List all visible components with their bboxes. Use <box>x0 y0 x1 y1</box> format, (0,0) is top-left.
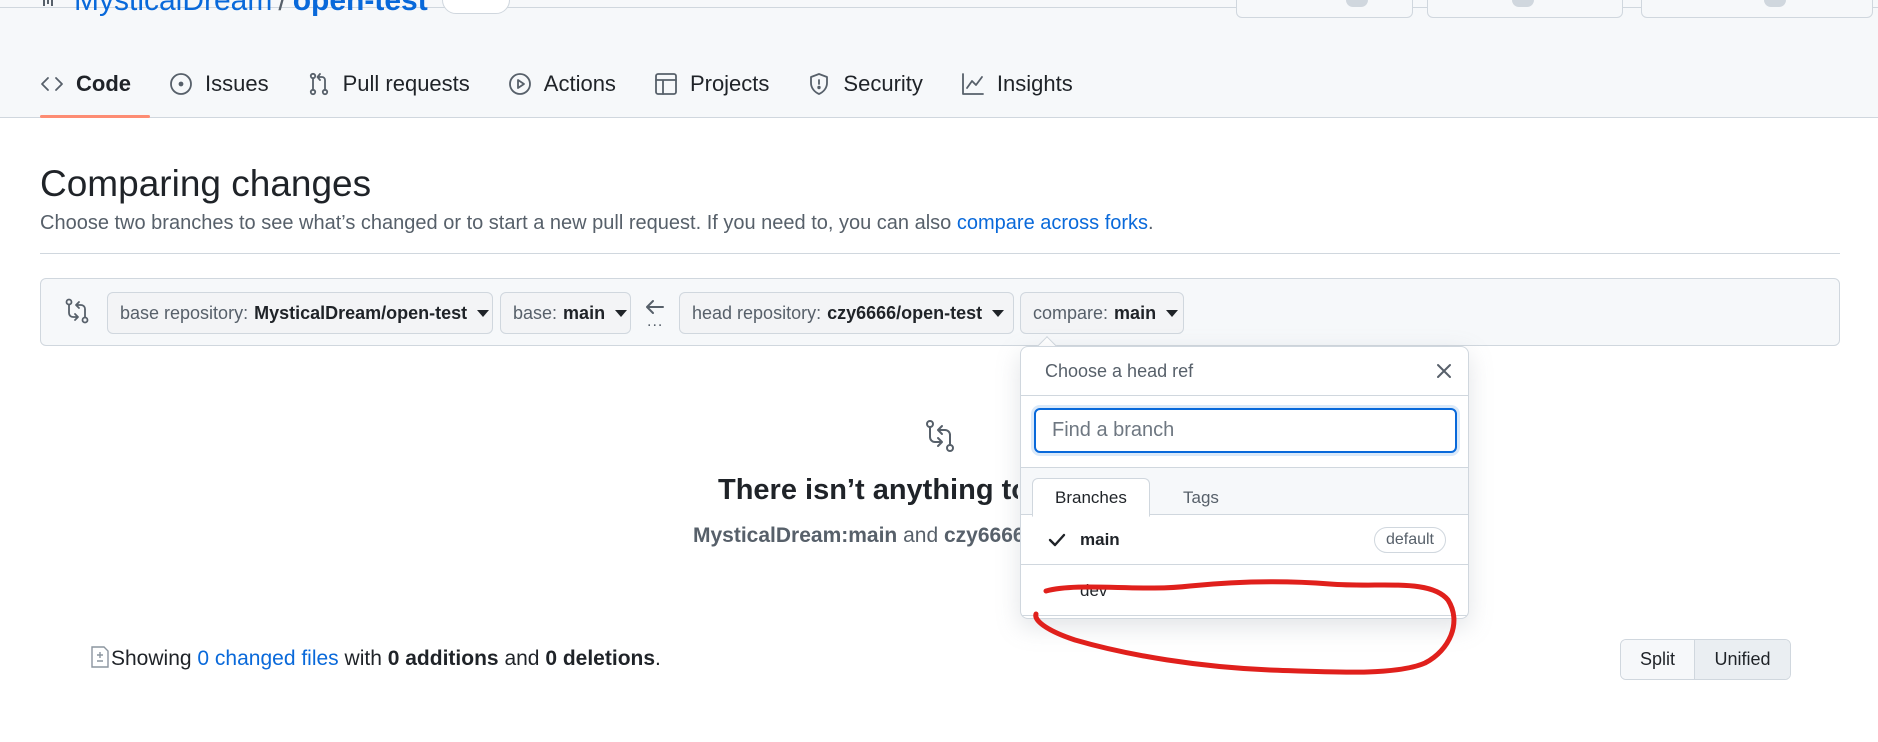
page-title: Comparing changes <box>40 163 372 204</box>
tab-pull-requests-label: Pull requests <box>342 71 470 96</box>
toc-additions: 0 additions <box>387 647 499 670</box>
tab-security[interactable]: Security <box>807 68 923 100</box>
base-repository-label: base repository: <box>120 302 249 323</box>
toc-and: and <box>504 647 540 670</box>
watch-counter <box>1346 0 1368 7</box>
ref-item-dev[interactable]: dev <box>1021 566 1468 616</box>
diff-view-toggle: Split Unified <box>1620 639 1791 680</box>
visibility-badge <box>442 0 510 14</box>
shield-icon <box>810 73 829 95</box>
popover-header: Choose a head ref <box>1021 347 1468 396</box>
range-ellipsis: ... <box>647 313 664 330</box>
tab-issues[interactable]: Issues <box>169 68 269 100</box>
subtitle-end: . <box>1148 212 1154 234</box>
base-branch-label: base: <box>513 302 558 323</box>
toc-showing: Showing <box>111 647 192 670</box>
ref-type-tabs: Branches Tags <box>1021 467 1468 517</box>
tab-projects-label: Projects <box>689 71 770 96</box>
issue-circle-icon <box>170 73 192 95</box>
head-repository-value: czy6666/open-test <box>827 302 983 323</box>
tab-tags[interactable]: Tags <box>1161 478 1241 517</box>
ref-item-main[interactable]: main default <box>1021 515 1468 565</box>
tab-code-label: Code <box>76 71 131 96</box>
branch-search-input[interactable] <box>1034 408 1457 453</box>
head-repository-select[interactable]: head repository: czy6666/open-test <box>679 292 1014 334</box>
play-circle-icon <box>508 73 531 95</box>
tab-security-label: Security <box>843 71 923 96</box>
compare-branch-value: main <box>1114 302 1157 323</box>
blankslate-base-ref: MysticalDream:main <box>693 524 898 547</box>
file-diff-icon <box>91 646 109 668</box>
compare-branch-select[interactable]: compare: main <box>1020 292 1184 334</box>
subtitle-text: Choose two branches to see what’s change… <box>40 212 952 234</box>
repo-nav: Code Issues Pull requests Actions Projec… <box>40 68 1111 100</box>
split-button[interactable]: Split <box>1621 640 1695 679</box>
tab-code[interactable]: Code <box>40 68 131 100</box>
tab-insights-label: Insights <box>996 71 1073 96</box>
watch-button[interactable] <box>1236 0 1413 18</box>
blankslate-and: and <box>903 524 939 547</box>
tab-branches[interactable]: Branches <box>1032 478 1150 517</box>
head-ref-popover: Choose a head ref Branches Tags main def… <box>1020 346 1469 619</box>
graph-icon <box>962 73 984 95</box>
caret-down-icon <box>1166 309 1179 317</box>
star-button[interactable] <box>1641 0 1873 18</box>
repo-separator: / <box>278 0 287 17</box>
star-counter <box>1764 0 1786 7</box>
tab-actions[interactable]: Actions <box>508 68 616 100</box>
fork-button[interactable] <box>1427 0 1623 18</box>
page-subtitle: Choose two branches to see what’s change… <box>40 212 1154 235</box>
head-repository-label: head repository: <box>692 302 822 323</box>
toc-with: with <box>344 647 382 670</box>
fork-counter <box>1512 0 1534 7</box>
tab-actions-label: Actions <box>543 71 616 96</box>
check-icon <box>1048 533 1066 546</box>
changed-files-link[interactable]: 0 changed files <box>197 647 338 670</box>
blankslate-head-ref: czy6666:main are identical. <box>943 524 1023 547</box>
git-compare-icon <box>926 420 954 452</box>
toc-end: . <box>655 647 661 670</box>
unified-button[interactable]: Unified <box>1695 640 1790 679</box>
repo-name-link[interactable]: open-test <box>293 0 428 17</box>
ref-item-label: dev <box>1080 580 1108 600</box>
caret-down-icon <box>615 309 628 317</box>
table-icon <box>655 73 677 95</box>
repo-owner-link[interactable]: MysticalDream <box>74 0 272 17</box>
git-compare-icon <box>65 298 89 324</box>
tab-projects[interactable]: Projects <box>654 68 769 100</box>
close-icon[interactable] <box>1434 361 1454 381</box>
heading-divider <box>40 253 1840 254</box>
caret-down-icon <box>477 309 490 317</box>
code-icon <box>41 77 63 91</box>
ref-item-label: main <box>1080 529 1120 549</box>
caret-down-icon <box>992 309 1005 317</box>
tab-pull-requests[interactable]: Pull requests <box>307 68 470 100</box>
git-pull-request-icon <box>309 72 328 96</box>
popover-title: Choose a head ref <box>1045 361 1194 381</box>
active-tab-underline <box>40 115 150 118</box>
base-branch-value: main <box>563 302 606 323</box>
diff-summary: Showing 0 changed files with 0 additions… <box>111 647 661 671</box>
blankslate-title: There isn’t anything to compare. <box>718 474 1018 506</box>
tab-insights[interactable]: Insights <box>961 68 1073 100</box>
default-badge: default <box>1373 526 1446 553</box>
toc-deletions: 0 deletions <box>545 647 656 670</box>
compare-branch-label: compare: <box>1033 302 1109 323</box>
base-repository-select[interactable]: base repository: MysticalDream/open-test <box>107 292 493 334</box>
base-repository-value: MysticalDream/open-test <box>254 302 468 323</box>
blankslate-description: MysticalDream:main and czy6666:main are … <box>693 524 1023 548</box>
repo-title: MysticalDream / open-test <box>40 0 428 18</box>
tab-issues-label: Issues <box>205 71 269 96</box>
base-branch-select[interactable]: base: main <box>500 292 631 334</box>
compare-across-forks-link[interactable]: compare across forks <box>957 212 1148 234</box>
